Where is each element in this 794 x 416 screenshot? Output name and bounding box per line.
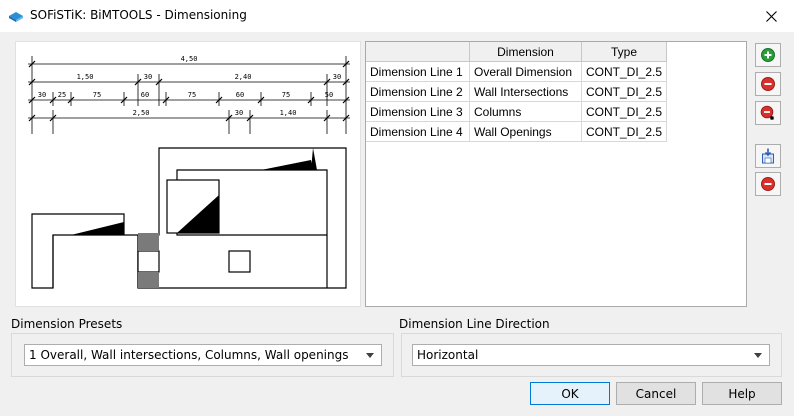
- ok-button[interactable]: OK: [530, 382, 610, 405]
- presets-group: 1 Overall, Wall intersections, Columns, …: [11, 333, 394, 377]
- dim-label: 75: [282, 91, 290, 99]
- dim-label: 30: [235, 109, 243, 117]
- chevron-down-icon: [754, 353, 762, 358]
- floor-plan-drawing: 4,50 1,50 30 2,40 30 30 25 75 60 75 60 7…: [28, 55, 350, 289]
- chevron-down-icon: [366, 353, 374, 358]
- dim-label: 25: [58, 91, 66, 99]
- table-row[interactable]: Dimension Line 3 Columns CONT_DI_2.5: [366, 101, 668, 122]
- direction-dropdown[interactable]: Horizontal: [412, 344, 770, 366]
- remove-row-button[interactable]: [755, 72, 781, 96]
- type-cell[interactable]: CONT_DI_2.5: [581, 81, 668, 102]
- dimension-lines-grid: Dimension Type Dimension Line 1 Overall …: [365, 41, 747, 307]
- dim-label: 1,50: [77, 73, 94, 81]
- presets-selected-value: 1 Overall, Wall intersections, Columns, …: [29, 348, 349, 362]
- add-icon: [761, 48, 775, 62]
- table-row[interactable]: Dimension Line 4 Wall Openings CONT_DI_2…: [366, 121, 668, 142]
- dim-label: 2,40: [235, 73, 252, 81]
- delete-icon: [761, 177, 775, 191]
- type-cell[interactable]: CONT_DI_2.5: [581, 121, 668, 142]
- close-icon: [765, 10, 777, 22]
- direction-selected-value: Horizontal: [417, 348, 479, 362]
- remove-all-icon: [760, 105, 774, 120]
- column-header-type[interactable]: Type: [581, 42, 668, 62]
- dim-label: 60: [236, 91, 244, 99]
- dim-label: 30: [333, 73, 341, 81]
- dim-label: 50: [325, 91, 333, 99]
- dimension-lines-table: Dimension Type Dimension Line 1 Overall …: [366, 42, 668, 142]
- dim-label: 1,40: [280, 109, 297, 117]
- save-preset-button[interactable]: [755, 144, 781, 168]
- dimension-cell[interactable]: Wall Intersections: [469, 81, 582, 102]
- row-name-cell[interactable]: Dimension Line 1: [366, 61, 470, 82]
- dimension-cell[interactable]: Wall Openings: [469, 121, 582, 142]
- dim-label: 75: [93, 91, 101, 99]
- direction-group: Horizontal: [401, 333, 782, 377]
- table-row[interactable]: Dimension Line 1 Overall Dimension CONT_…: [366, 61, 668, 82]
- title-bar: SOFiSTiK: BiMTOOLS - Dimensioning: [0, 0, 794, 32]
- row-name-cell[interactable]: Dimension Line 2: [366, 81, 470, 102]
- table-header-row: Dimension Type: [366, 42, 668, 62]
- dim-label: 2,50: [133, 109, 150, 117]
- type-cell[interactable]: CONT_DI_2.5: [581, 61, 668, 82]
- column-header-dimension[interactable]: Dimension: [469, 42, 582, 62]
- dim-overall-label: 4,50: [181, 55, 198, 63]
- dimension-cell[interactable]: Columns: [469, 101, 582, 122]
- direction-label: Dimension Line Direction: [399, 317, 550, 331]
- presets-dropdown[interactable]: 1 Overall, Wall intersections, Columns, …: [24, 344, 382, 366]
- dim-label: 75: [188, 91, 196, 99]
- type-cell[interactable]: CONT_DI_2.5: [581, 101, 668, 122]
- dim-label: 60: [141, 91, 149, 99]
- close-button[interactable]: [748, 0, 794, 32]
- presets-label: Dimension Presets: [11, 317, 123, 331]
- help-button[interactable]: Help: [702, 382, 782, 405]
- add-row-button[interactable]: [755, 43, 781, 67]
- dimension-cell[interactable]: Overall Dimension: [469, 61, 582, 82]
- column-header-row-name: [366, 42, 470, 62]
- row-name-cell[interactable]: Dimension Line 4: [366, 121, 470, 142]
- dim-label: 30: [38, 91, 46, 99]
- dim-label: 30: [144, 73, 152, 81]
- cancel-button[interactable]: Cancel: [616, 382, 696, 405]
- sofistik-logo-icon: [9, 12, 23, 22]
- row-name-cell[interactable]: Dimension Line 3: [366, 101, 470, 122]
- delete-preset-button[interactable]: [755, 172, 781, 196]
- dimension-preview: 4,50 1,50 30 2,40 30 30 25 75 60 75 60 7…: [15, 41, 361, 307]
- window-title: SOFiSTiK: BiMTOOLS - Dimensioning: [30, 8, 247, 22]
- remove-icon: [761, 77, 775, 91]
- table-row[interactable]: Dimension Line 2 Wall Intersections CONT…: [366, 81, 668, 102]
- remove-all-rows-button[interactable]: [755, 101, 781, 125]
- save-icon: [762, 148, 774, 164]
